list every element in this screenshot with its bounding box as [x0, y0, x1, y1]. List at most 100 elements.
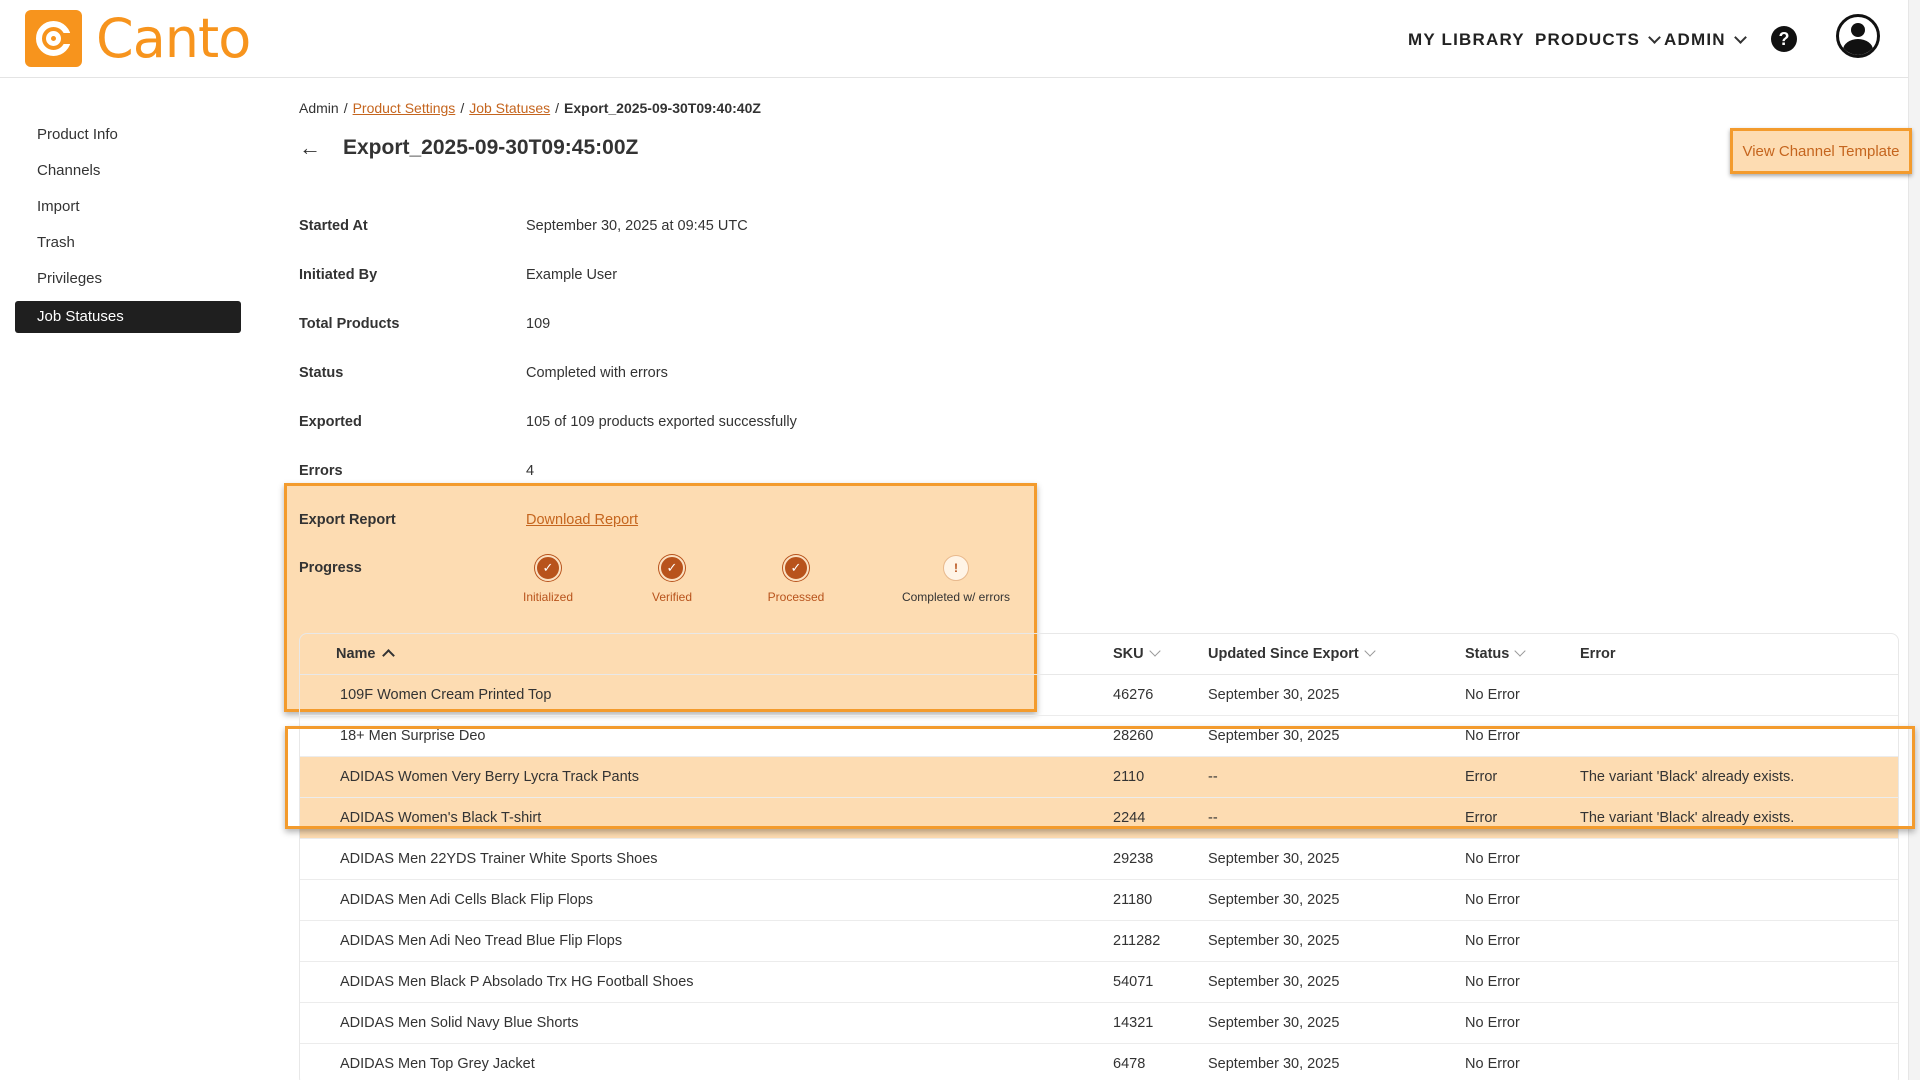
cell-name: ADIDAS Men Top Grey Jacket	[340, 1056, 535, 1072]
nav-admin[interactable]: ADMIN	[1664, 30, 1747, 50]
cell-sku: 29238	[1113, 851, 1154, 867]
cell-updated: September 30, 2025	[1208, 851, 1340, 867]
detail-label: Exported	[299, 413, 362, 430]
main-content: Admin / Product Settings / Job Statuses …	[284, 96, 1915, 1080]
column-header-sku[interactable]: SKU	[1113, 645, 1208, 662]
cell-sku: 54071	[1113, 974, 1154, 990]
column-header-name[interactable]: Name	[300, 646, 1113, 662]
cell-updated: --	[1208, 810, 1218, 826]
view-channel-template-button[interactable]: View Channel Template	[1730, 128, 1912, 174]
table-row[interactable]: ADIDAS Men Top Grey Jacket 6478 Septembe…	[300, 1044, 1898, 1080]
cell-status: No Error	[1465, 933, 1520, 949]
column-header-status[interactable]: Status	[1465, 645, 1580, 662]
cell-error: The variant 'Black' already exists.	[1580, 810, 1795, 826]
table-row[interactable]: ADIDAS Men Adi Neo Tread Blue Flip Flops…	[300, 921, 1898, 962]
column-header-label: Status	[1465, 646, 1510, 662]
breadcrumb-product-settings[interactable]: Product Settings	[353, 100, 456, 116]
detail-value: Example User	[526, 266, 618, 283]
cell-status: No Error	[1465, 728, 1520, 744]
title-row: ← Export_2025-09-30T09:45:00Z	[299, 136, 638, 160]
detail-initiated-by: Initiated By Example User	[299, 250, 1059, 299]
detail-label: Errors	[299, 462, 343, 479]
cell-status: No Error	[1465, 1015, 1520, 1031]
detail-progress: Progress ✓ Initialized ✓ Verified ✓ Proc…	[299, 544, 1059, 606]
help-icon[interactable]: ?	[1771, 26, 1797, 52]
user-avatar-icon[interactable]	[1836, 14, 1880, 58]
detail-value: 105 of 109 products exported successfull…	[526, 413, 797, 430]
cell-updated: September 30, 2025	[1208, 728, 1340, 744]
products-table: Name SKU Updated Since Export Status Err…	[285, 633, 1915, 1080]
cell-name: ADIDAS Men 22YDS Trainer White Sports Sh…	[340, 851, 658, 867]
cell-updated: September 30, 2025	[1208, 933, 1340, 949]
detail-value: Completed with errors	[526, 364, 668, 381]
chevron-down-icon	[1514, 645, 1526, 657]
cell-updated: September 30, 2025	[1208, 1015, 1340, 1031]
nav-my-library[interactable]: MY LIBRARY	[1408, 30, 1525, 50]
sidebar-item-job-statuses[interactable]: Job Statuses	[15, 301, 241, 333]
table-row[interactable]: ADIDAS Men Black P Absolado Trx HG Footb…	[300, 962, 1898, 1003]
detail-label: Total Products	[299, 315, 400, 332]
canto-logo-icon	[25, 10, 82, 67]
cell-name: ADIDAS Men Black P Absolado Trx HG Footb…	[340, 974, 694, 990]
progress-step-initialized: ✓ Initialized	[486, 555, 610, 604]
sidebar-item-privileges[interactable]: Privileges	[15, 261, 241, 297]
table-row[interactable]: 109F Women Cream Printed Top 46276 Septe…	[300, 675, 1898, 716]
sidebar-item-channels[interactable]: Channels	[15, 153, 241, 189]
detail-value: September 30, 2025 at 09:45 UTC	[526, 217, 748, 234]
nav-products[interactable]: PRODUCTS	[1535, 30, 1661, 50]
cell-sku: 28260	[1113, 728, 1154, 744]
chevron-down-icon	[1648, 31, 1661, 44]
nav-my-library-label: MY LIBRARY	[1408, 30, 1525, 49]
chevron-down-icon	[1148, 645, 1161, 657]
table-row[interactable]: ADIDAS Men 22YDS Trainer White Sports Sh…	[300, 839, 1898, 880]
column-header-error: Error	[1580, 646, 1898, 662]
detail-export-report: Export Report Download Report	[299, 495, 1059, 544]
table-row-error[interactable]: ADIDAS Women's Black T-shirt 2244 -- Err…	[300, 798, 1898, 839]
table-row-error[interactable]: ADIDAS Women Very Berry Lycra Track Pant…	[300, 757, 1898, 798]
cell-status: Error	[1465, 769, 1498, 785]
chevron-down-icon	[1364, 645, 1376, 657]
cell-updated: September 30, 2025	[1208, 892, 1340, 908]
cell-sku: 46276	[1113, 687, 1154, 703]
cell-status: No Error	[1465, 892, 1520, 908]
step-label: Verified	[651, 590, 693, 604]
page-title: Export_2025-09-30T09:45:00Z	[343, 136, 639, 159]
detail-value: 109	[526, 315, 551, 332]
step-label: Initialized	[522, 590, 574, 604]
breadcrumb-job-statuses[interactable]: Job Statuses	[469, 100, 550, 116]
table-row[interactable]: ADIDAS Men Adi Cells Black Flip Flops 21…	[300, 880, 1898, 921]
detail-total-products: Total Products 109	[299, 299, 1059, 348]
cell-status: No Error	[1465, 974, 1520, 990]
table-row[interactable]: ADIDAS Men Solid Navy Blue Shorts 14321 …	[300, 1003, 1898, 1044]
column-header-label: Updated Since Export	[1208, 646, 1359, 662]
progress-stepper: ✓ Initialized ✓ Verified ✓ Processed ! C…	[486, 555, 1054, 604]
sidebar-item-product-info[interactable]: Product Info	[15, 117, 241, 153]
cell-name: ADIDAS Men Adi Cells Black Flip Flops	[340, 892, 594, 908]
top-bar: Canto MY LIBRARY PRODUCTS ADMIN ?	[0, 0, 1920, 78]
breadcrumb-current: Export_2025-09-30T09:40:40Z	[564, 100, 761, 116]
breadcrumb-separator: /	[460, 100, 465, 116]
download-report-link[interactable]: Download Report	[526, 512, 638, 528]
chevron-down-icon	[1733, 31, 1747, 44]
table-row[interactable]: 18+ Men Surprise Deo 28260 September 30,…	[300, 716, 1898, 757]
cell-name: ADIDAS Women Very Berry Lycra Track Pant…	[340, 769, 639, 785]
detail-status: Status Completed with errors	[299, 348, 1059, 397]
sort-ascending-icon	[381, 649, 395, 662]
detail-label: Export Report	[299, 511, 396, 528]
breadcrumb-separator: /	[555, 100, 560, 116]
canto-logo[interactable]: Canto	[25, 6, 251, 70]
cell-updated: --	[1208, 769, 1218, 785]
sidebar-item-import[interactable]: Import	[15, 189, 241, 225]
check-icon: ✓	[659, 555, 685, 581]
cell-status: No Error	[1465, 1056, 1520, 1072]
arrow-left-icon[interactable]: ←	[299, 137, 321, 159]
progress-step-completed-errors: ! Completed w/ errors	[858, 555, 1054, 604]
cell-status: Error	[1465, 810, 1498, 826]
progress-step-verified: ✓ Verified	[610, 555, 734, 604]
detail-started-at: Started At September 30, 2025 at 09:45 U…	[299, 201, 1059, 250]
column-header-updated[interactable]: Updated Since Export	[1208, 645, 1465, 662]
brand-name: Canto	[96, 6, 251, 70]
sidebar-item-trash[interactable]: Trash	[15, 225, 241, 261]
cell-status: No Error	[1465, 851, 1520, 867]
column-header-label: Name	[336, 646, 376, 662]
